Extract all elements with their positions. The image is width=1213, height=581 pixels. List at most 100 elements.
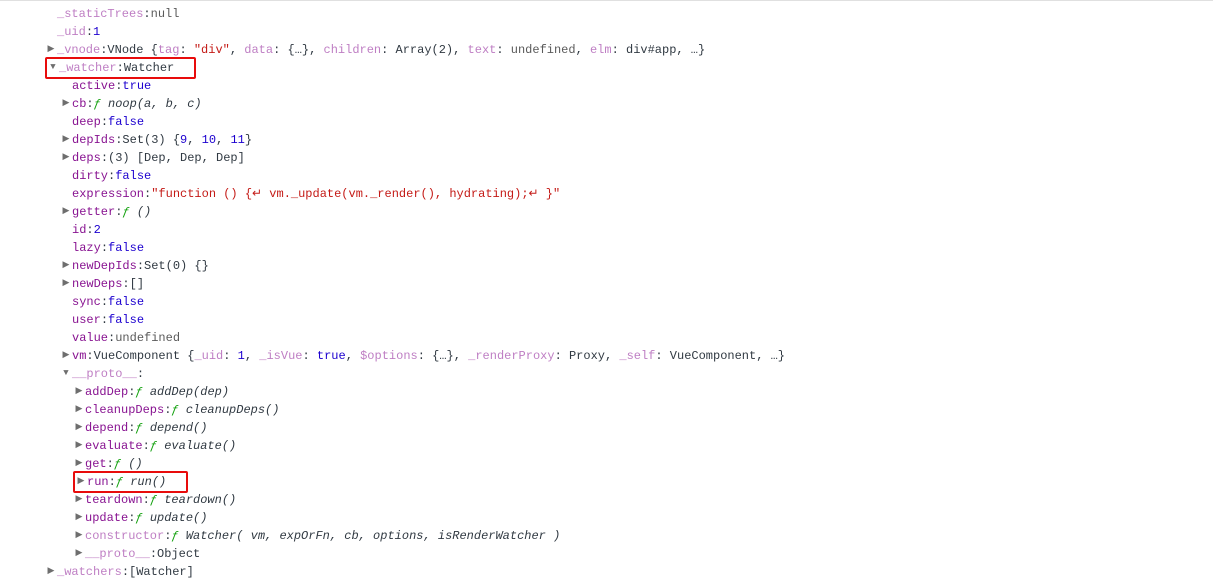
tree-row-_watcher[interactable]: ▼_watcher: Watcher <box>0 59 1213 77</box>
tree-row-deep[interactable]: deep: false <box>0 113 1213 131</box>
property-key: __proto__ <box>72 365 137 383</box>
property-key: update <box>85 509 128 527</box>
tree-row-vm[interactable]: ▶vm: VueComponent {_uid: 1, _isVue: true… <box>0 347 1213 365</box>
property-key: cleanupDeps <box>85 401 164 419</box>
tree-row-run[interactable]: ▶run: ƒ run() <box>0 473 1213 491</box>
expand-arrow-icon[interactable]: ▶ <box>60 148 72 166</box>
property-value: Object <box>157 545 200 563</box>
expand-arrow-icon[interactable]: ▶ <box>73 490 85 508</box>
property-value: false <box>108 311 144 329</box>
tree-row-value[interactable]: value: undefined <box>0 329 1213 347</box>
expand-arrow-icon[interactable]: ▶ <box>73 526 85 544</box>
tree-row-lazy[interactable]: lazy: false <box>0 239 1213 257</box>
tree-row-cb[interactable]: ▶cb: ƒ noop(a, b, c) <box>0 95 1213 113</box>
expand-arrow-icon[interactable]: ▼ <box>47 58 59 76</box>
tree-row-dirty[interactable]: dirty: false <box>0 167 1213 185</box>
tree-row-update[interactable]: ▶update: ƒ update() <box>0 509 1213 527</box>
expand-arrow-icon[interactable]: ▶ <box>60 274 72 292</box>
property-key: id <box>72 221 86 239</box>
property-key: sync <box>72 293 101 311</box>
expand-arrow-icon[interactable]: ▶ <box>73 508 85 526</box>
property-key: run <box>87 473 109 491</box>
property-key: lazy <box>72 239 101 257</box>
property-key: getter <box>72 203 115 221</box>
expand-arrow-icon[interactable]: ▶ <box>73 382 85 400</box>
separator: : <box>101 311 108 329</box>
expand-arrow-icon[interactable]: ▶ <box>45 562 57 580</box>
tree-row-addDep[interactable]: ▶addDep: ƒ addDep(dep) <box>0 383 1213 401</box>
property-value: Watcher <box>124 59 174 77</box>
tree-row-active[interactable]: active: true <box>0 77 1213 95</box>
property-value: (3) [Dep, Dep, Dep] <box>108 149 245 167</box>
tree-row-_uid[interactable]: _uid: 1 <box>0 23 1213 41</box>
tree-row-_watchers[interactable]: ▶_watchers: [Watcher] <box>0 563 1213 581</box>
expand-arrow-icon[interactable]: ▶ <box>73 418 85 436</box>
property-key: value <box>72 329 108 347</box>
tree-row-_staticTrees[interactable]: _staticTrees: null <box>0 5 1213 23</box>
expand-arrow-icon[interactable]: ▶ <box>60 346 72 364</box>
tree-row-teardown[interactable]: ▶teardown: ƒ teardown() <box>0 491 1213 509</box>
property-value: 1 <box>93 23 100 41</box>
expand-arrow-icon[interactable]: ▶ <box>60 130 72 148</box>
expand-arrow-icon[interactable]: ▶ <box>73 400 85 418</box>
tree-row-cleanupDeps[interactable]: ▶cleanupDeps: ƒ cleanupDeps() <box>0 401 1213 419</box>
tree-row-depIds[interactable]: ▶depIds: Set(3) {9, 10, 11} <box>0 131 1213 149</box>
tree-row-evaluate[interactable]: ▶evaluate: ƒ evaluate() <box>0 437 1213 455</box>
property-value: "function () {↵ vm._update(vm._render(),… <box>151 185 560 203</box>
separator: : <box>115 203 122 221</box>
property-key: cb <box>72 95 86 113</box>
property-key: constructor <box>85 527 164 545</box>
tree-row-__proto__[interactable]: ▼__proto__: <box>0 365 1213 383</box>
property-value: ƒ teardown() <box>150 491 236 509</box>
property-value: ƒ depend() <box>135 419 207 437</box>
property-value: ƒ run() <box>116 473 166 491</box>
property-key: dirty <box>72 167 108 185</box>
expand-arrow-icon[interactable]: ▶ <box>75 472 87 490</box>
expand-arrow-icon[interactable]: ▶ <box>73 454 85 472</box>
tree-row-sync[interactable]: sync: false <box>0 293 1213 311</box>
tree-row-getter[interactable]: ▶getter: ƒ () <box>0 203 1213 221</box>
separator: : <box>150 545 157 563</box>
property-key: newDepIds <box>72 257 137 275</box>
tree-row-depend[interactable]: ▶depend: ƒ depend() <box>0 419 1213 437</box>
tree-row-user[interactable]: user: false <box>0 311 1213 329</box>
property-key: depend <box>85 419 128 437</box>
tree-row-__proto__[interactable]: ▶__proto__: Object <box>0 545 1213 563</box>
property-value: false <box>115 167 151 185</box>
separator: : <box>108 167 115 185</box>
separator: : <box>115 131 122 149</box>
property-key: user <box>72 311 101 329</box>
expand-arrow-icon[interactable]: ▶ <box>60 202 72 220</box>
expand-arrow-icon[interactable]: ▶ <box>73 436 85 454</box>
tree-row-id[interactable]: id: 2 <box>0 221 1213 239</box>
property-value: ƒ Watcher( vm, expOrFn, cb, options, isR… <box>171 527 560 545</box>
property-key: _uid <box>57 23 86 41</box>
tree-row-newDepIds[interactable]: ▶newDepIds: Set(0) {} <box>0 257 1213 275</box>
property-value: ƒ addDep(dep) <box>135 383 229 401</box>
separator: : <box>117 59 124 77</box>
property-value: ƒ noop(a, b, c) <box>94 95 202 113</box>
tree-row-constructor[interactable]: ▶constructor: ƒ Watcher( vm, expOrFn, cb… <box>0 527 1213 545</box>
separator: : <box>86 23 93 41</box>
property-value: null <box>151 5 180 23</box>
property-value: ƒ cleanupDeps() <box>171 401 279 419</box>
property-key: vm <box>72 347 86 365</box>
property-value: [] <box>130 275 144 293</box>
property-value: true <box>122 77 151 95</box>
tree-row-newDeps[interactable]: ▶newDeps: [] <box>0 275 1213 293</box>
expand-arrow-icon[interactable]: ▶ <box>45 40 57 58</box>
separator: : <box>144 185 151 203</box>
property-value: false <box>108 113 144 131</box>
expand-arrow-icon[interactable]: ▶ <box>73 544 85 562</box>
tree-row-deps[interactable]: ▶deps: (3) [Dep, Dep, Dep] <box>0 149 1213 167</box>
separator: : <box>122 275 129 293</box>
separator: : <box>137 365 144 383</box>
expand-arrow-icon[interactable]: ▶ <box>60 94 72 112</box>
tree-row-expression[interactable]: expression: "function () {↵ vm._update(v… <box>0 185 1213 203</box>
property-key: expression <box>72 185 144 203</box>
separator: : <box>101 293 108 311</box>
expand-arrow-icon[interactable]: ▶ <box>60 256 72 274</box>
expand-arrow-icon[interactable]: ▼ <box>60 364 72 382</box>
property-value: Set(3) {9, 10, 11} <box>122 131 252 149</box>
property-value: [Watcher] <box>129 563 194 581</box>
